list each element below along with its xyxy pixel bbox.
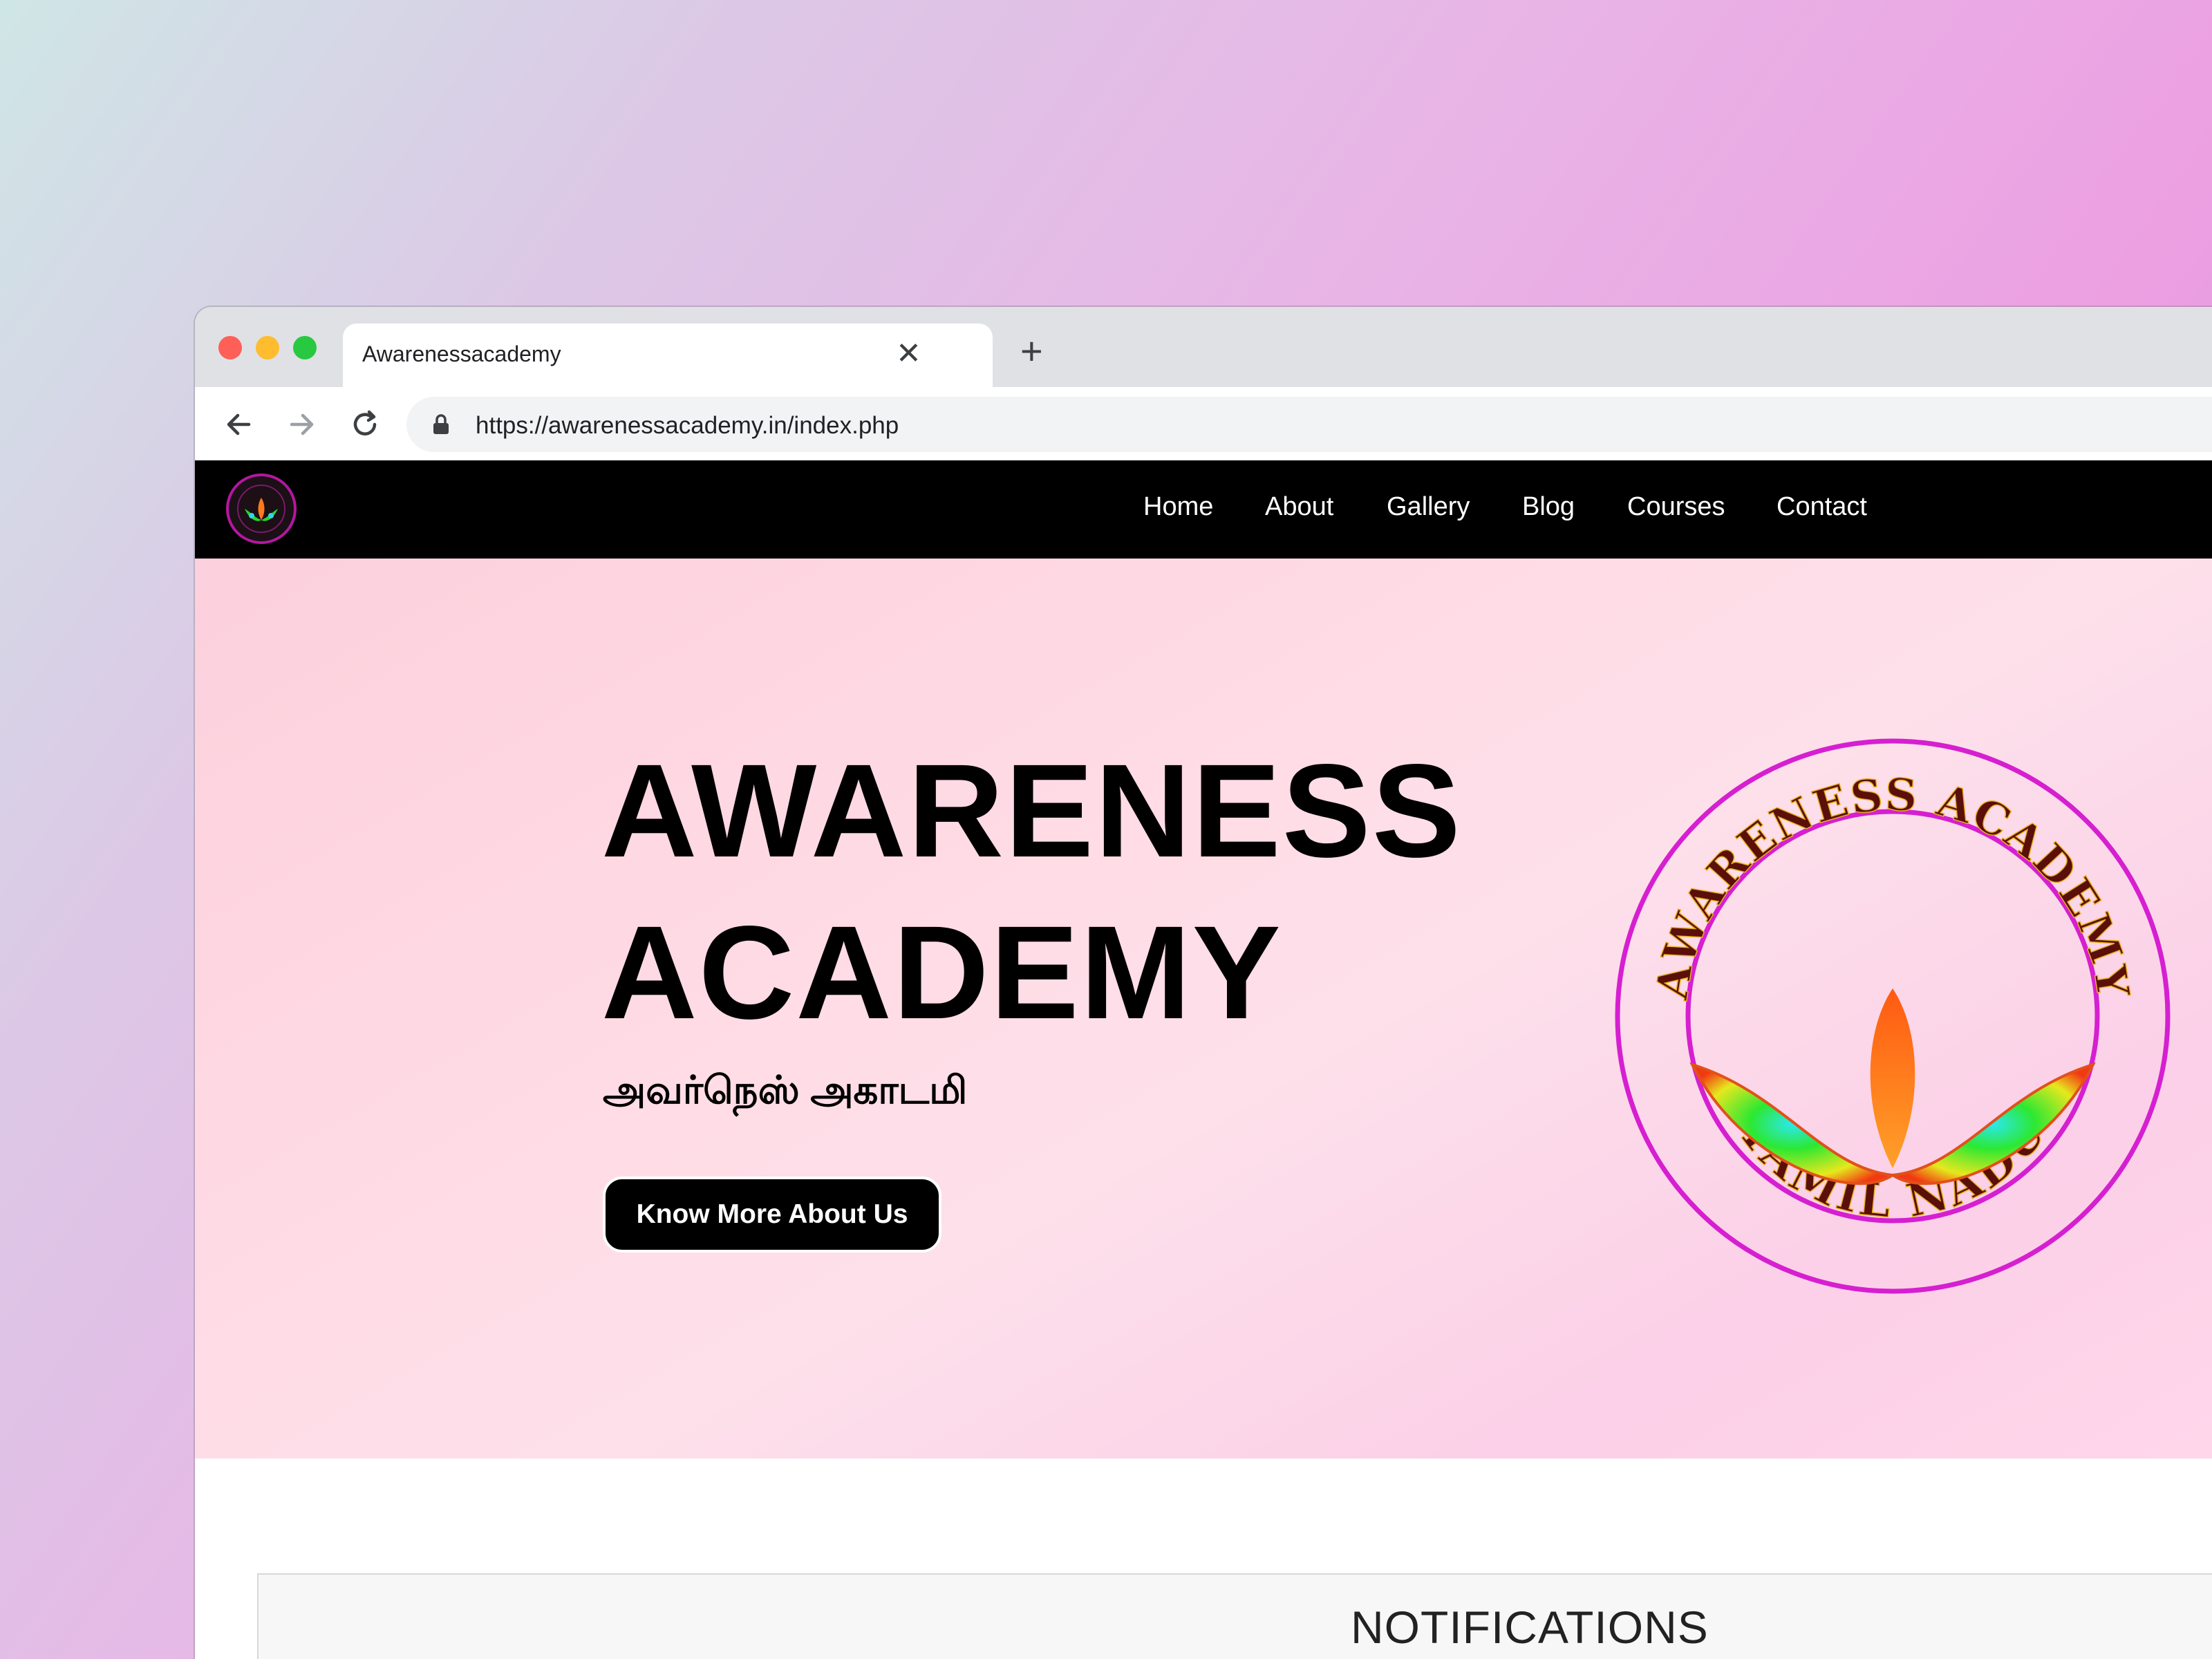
nav-link-blog[interactable]: Blog — [1522, 492, 1575, 522]
site-navbar: Home About Gallery Blog Courses Contact — [195, 460, 2212, 559]
nav-link-courses[interactable]: Courses — [1627, 492, 1725, 522]
site-logo[interactable] — [225, 473, 297, 545]
notifications-panel: NOTIFICATIONS — [257, 1573, 2212, 1659]
maximize-window-button[interactable] — [293, 336, 317, 359]
nav-link-about[interactable]: About — [1265, 492, 1333, 522]
nav-link-contact[interactable]: Contact — [1777, 492, 1867, 522]
forward-arrow-icon[interactable] — [281, 404, 322, 445]
address-bar[interactable]: https://awarenessacademy.in/index.php — [406, 397, 2212, 452]
hero-title-line-1: AWARENESS — [601, 736, 1462, 885]
tab-title: Awarenessacademy — [362, 341, 561, 366]
close-window-button[interactable] — [218, 336, 242, 359]
browser-toolbar: https://awarenessacademy.in/index.php — [195, 387, 2212, 460]
browser-tab[interactable]: Awarenessacademy ✕ — [343, 324, 993, 387]
tab-bar: Awarenessacademy ✕ + — [195, 307, 2212, 387]
hero-title-line-2: ACADEMY — [601, 898, 1282, 1047]
browser-window: Awarenessacademy ✕ + https://awarenessac… — [195, 307, 2212, 1659]
new-tab-button[interactable]: + — [1020, 332, 1043, 371]
know-more-button[interactable]: Know More About Us — [603, 1177, 941, 1253]
hero-title: AWARENESS ACADEMY — [601, 730, 1462, 1053]
academy-emblem: AWARENESS ACADEMY TAMIL NADU — [1615, 738, 2171, 1294]
emblem-flame — [1870, 988, 1915, 1168]
hero-section: AWARENESS ACADEMY அவர்நெஸ் அகாடமி Know M… — [195, 559, 2212, 1459]
hero-subtitle-tamil: அவர்நெஸ் அகாடமி — [603, 1068, 968, 1112]
notifications-title: NOTIFICATIONS — [1351, 1602, 1709, 1653]
emblem-right-petal — [1888, 1062, 2096, 1185]
nav-link-home[interactable]: Home — [1143, 492, 1213, 522]
reload-icon[interactable] — [344, 404, 386, 445]
minimize-window-button[interactable] — [256, 336, 279, 359]
tab-close-icon[interactable]: ✕ — [896, 339, 921, 369]
lock-icon — [433, 414, 449, 434]
webpage: Home About Gallery Blog Courses Contact … — [195, 460, 2212, 1659]
back-arrow-icon[interactable] — [218, 404, 260, 445]
url-text: https://awarenessacademy.in/index.php — [476, 412, 899, 439]
emblem-left-petal — [1689, 1062, 1897, 1185]
nav-link-gallery[interactable]: Gallery — [1387, 492, 1470, 522]
